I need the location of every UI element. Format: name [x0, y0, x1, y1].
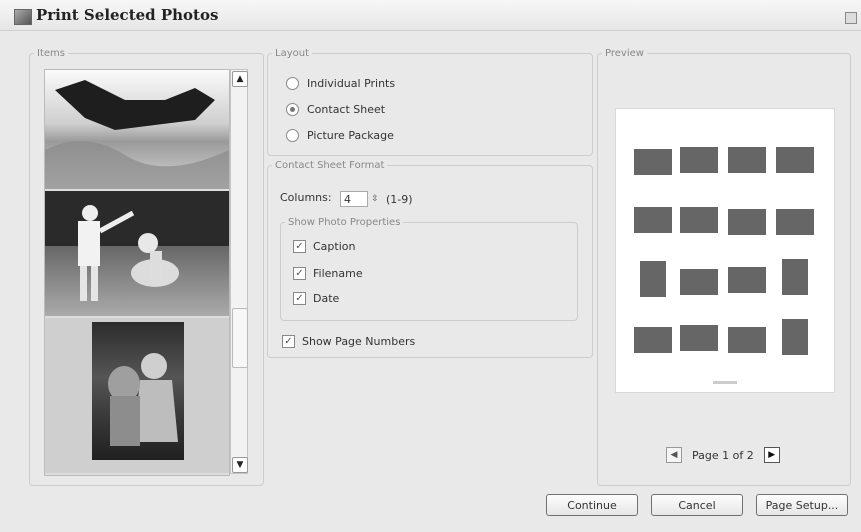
items-panel: Items ▲ ▼ [29, 48, 264, 486]
individual-prints-label: Individual Prints [307, 77, 396, 90]
individual-prints-option[interactable]: Individual Prints [286, 77, 395, 90]
preview-photo [680, 207, 718, 233]
picture-package-option[interactable]: Picture Package [286, 129, 394, 142]
scroll-thumb[interactable] [232, 308, 248, 368]
filename-option[interactable]: ✓ Filename [293, 267, 363, 280]
preview-photo [680, 147, 718, 173]
child-dog-photo [45, 191, 229, 301]
window-title: Print Selected Photos [36, 6, 219, 24]
scroll-up-icon[interactable]: ▲ [232, 71, 248, 87]
page-setup-button[interactable]: Page Setup... [756, 494, 848, 516]
items-scrollbar[interactable]: ▲ ▼ [230, 69, 248, 474]
spin-arrows-icon[interactable]: ⇳ [370, 191, 380, 207]
preview-photo [776, 147, 814, 173]
preview-photo [776, 209, 814, 235]
contact-sheet-option[interactable]: Contact Sheet [286, 103, 385, 116]
preview-photo [782, 259, 808, 295]
thumbnail-dog-jumping[interactable] [45, 70, 229, 191]
columns-stepper[interactable]: 4 ⇳ [340, 191, 380, 207]
columns-input[interactable]: 4 [340, 191, 368, 207]
columns-range: (1-9) [386, 193, 413, 206]
preview-photo [634, 149, 672, 175]
contact-sheet-label: Contact Sheet [307, 103, 386, 116]
contact-sheet-format-legend: Contact Sheet Format [275, 160, 385, 171]
filename-label: Filename [313, 267, 363, 280]
filename-checkbox[interactable]: ✓ [293, 267, 306, 280]
next-page-icon[interactable]: ▶ [763, 447, 780, 463]
girl-dog-photo [92, 322, 184, 460]
date-checkbox[interactable]: ✓ [293, 292, 306, 305]
caption-checkbox[interactable]: ✓ [293, 240, 306, 253]
date-label: Date [313, 292, 340, 305]
continue-button[interactable]: Continue [546, 494, 638, 516]
contact-sheet-radio[interactable] [286, 103, 299, 116]
preview-photo [640, 261, 666, 297]
app-icon [14, 9, 32, 25]
preview-photo [680, 269, 718, 295]
thumbnail-girl-and-dog[interactable] [45, 318, 229, 475]
preview-legend: Preview [605, 48, 644, 59]
page-numbers-checkbox[interactable]: ✓ [282, 335, 295, 348]
preview-page-number [713, 381, 737, 384]
preview-photo [728, 267, 766, 293]
photo-properties-group: Show Photo Properties ✓ Caption ✓ Filena… [280, 217, 578, 321]
page-navigator: ◀ Page 1 of 2 ▶ [666, 447, 780, 463]
prev-page-icon[interactable]: ◀ [666, 447, 682, 463]
preview-photo [782, 319, 808, 355]
page-indicator: Page 1 of 2 [692, 448, 754, 462]
layout-group: Layout Individual Prints Contact Sheet P… [267, 48, 593, 156]
preview-photo [634, 207, 672, 233]
contact-sheet-format-group: Contact Sheet Format Columns: 4 ⇳ (1-9) … [267, 160, 593, 358]
thumbnail-child-and-dog[interactable] [45, 191, 229, 318]
items-legend: Items [37, 48, 65, 59]
scroll-down-icon[interactable]: ▼ [232, 457, 248, 473]
columns-label: Columns: [280, 191, 332, 204]
preview-photo [634, 327, 672, 353]
close-icon[interactable] [845, 12, 857, 24]
page-numbers-option[interactable]: ✓ Show Page Numbers [282, 335, 415, 348]
dog-jumping-photo [45, 80, 229, 189]
caption-label: Caption [313, 240, 356, 253]
individual-prints-radio[interactable] [286, 77, 299, 90]
cancel-button[interactable]: Cancel [651, 494, 743, 516]
layout-legend: Layout [275, 48, 309, 59]
date-option[interactable]: ✓ Date [293, 292, 339, 305]
preview-photo [728, 147, 766, 173]
preview-photo [680, 325, 718, 351]
preview-page [615, 108, 835, 393]
title-bar: Print Selected Photos [0, 0, 861, 31]
caption-option[interactable]: ✓ Caption [293, 240, 355, 253]
picture-package-radio[interactable] [286, 129, 299, 142]
page-numbers-label: Show Page Numbers [302, 335, 416, 348]
preview-photo [728, 327, 766, 353]
preview-photo [728, 209, 766, 235]
thumbnail-list[interactable] [44, 69, 230, 476]
photo-properties-legend: Show Photo Properties [288, 217, 401, 228]
picture-package-label: Picture Package [307, 129, 394, 142]
